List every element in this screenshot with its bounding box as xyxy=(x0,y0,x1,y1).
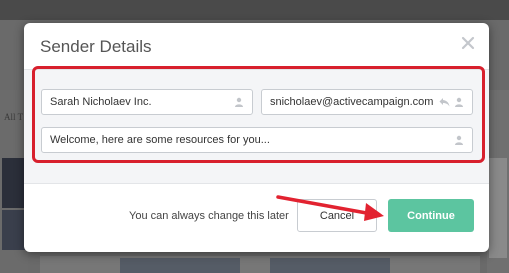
modal-footer: You can always change this later Cancel … xyxy=(24,185,489,252)
close-icon[interactable] xyxy=(459,34,477,52)
background-thumbnail xyxy=(2,158,26,208)
message-input[interactable] xyxy=(50,134,450,146)
modal-header: Sender Details xyxy=(24,23,489,69)
user-icon xyxy=(234,97,244,107)
background-card xyxy=(270,258,390,273)
user-icon xyxy=(454,97,464,107)
background-card xyxy=(120,258,240,273)
background-left-text: All T xyxy=(4,112,24,122)
reply-icon xyxy=(439,97,450,107)
from-name-input[interactable] xyxy=(50,96,230,108)
cancel-button[interactable]: Cancel xyxy=(297,199,377,232)
from-name-field[interactable] xyxy=(41,89,253,115)
sender-details-modal: Sender Details Sarah Nicholaev Inc. snic… xyxy=(24,23,489,252)
message-field[interactable] xyxy=(41,127,473,153)
modal-title: Sender Details xyxy=(40,37,152,56)
background-thumbnail xyxy=(2,210,26,250)
footer-note: You can always change this later xyxy=(129,210,289,222)
user-icon xyxy=(454,135,464,145)
from-email-input[interactable] xyxy=(270,96,435,108)
background-thumbnail xyxy=(489,158,507,258)
from-email-field[interactable] xyxy=(261,89,473,115)
background-cards xyxy=(40,256,480,273)
continue-button[interactable]: Continue xyxy=(388,199,474,232)
background-header xyxy=(0,0,509,20)
